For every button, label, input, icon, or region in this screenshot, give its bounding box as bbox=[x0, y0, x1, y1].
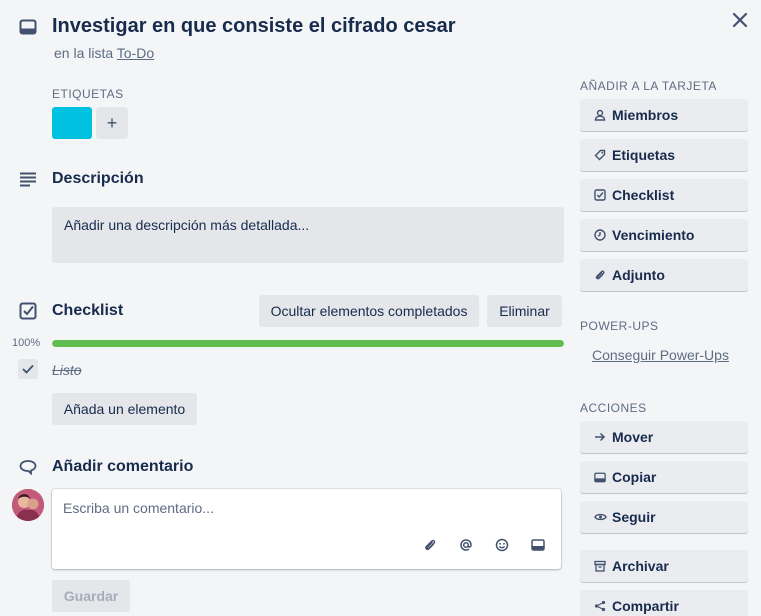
power-ups-heading: Power-Ups bbox=[580, 319, 659, 333]
checklist-progress-bar bbox=[52, 340, 564, 347]
comment-composer[interactable] bbox=[52, 489, 561, 569]
check-icon bbox=[21, 362, 35, 376]
archive-label: Archivar bbox=[612, 558, 669, 574]
add-label-button[interactable]: + bbox=[96, 107, 128, 139]
watch-label: Seguir bbox=[612, 509, 656, 525]
paperclip-icon[interactable] bbox=[422, 537, 438, 553]
progress-percent: 100% bbox=[12, 337, 41, 349]
attachment-label: Adjunto bbox=[612, 267, 665, 283]
checklist-item-text[interactable]: Listo bbox=[52, 362, 82, 378]
copy-label: Copiar bbox=[612, 469, 657, 485]
description-heading: Descripción bbox=[52, 170, 144, 187]
save-comment-button[interactable]: Guardar bbox=[52, 580, 130, 612]
add-item-button[interactable]: Añada un elemento bbox=[52, 393, 197, 425]
get-power-ups-link[interactable]: Conseguir Power-Ups bbox=[592, 347, 729, 363]
hide-completed-button[interactable]: Ocultar elementos completados bbox=[259, 295, 479, 327]
close-icon[interactable] bbox=[728, 8, 752, 32]
move-button[interactable]: Mover bbox=[580, 421, 748, 453]
checkbox-icon bbox=[588, 189, 612, 201]
emoji-icon[interactable] bbox=[494, 537, 510, 553]
list-link[interactable]: To-Do bbox=[117, 45, 154, 61]
archive-icon bbox=[588, 560, 612, 572]
person-icon bbox=[588, 109, 612, 121]
comment-icon bbox=[18, 457, 38, 477]
due-date-label: Vencimiento bbox=[612, 227, 695, 243]
eye-icon bbox=[588, 512, 612, 522]
description-icon bbox=[18, 169, 38, 189]
comment-input[interactable] bbox=[63, 500, 543, 516]
labels-heading: Etiquetas bbox=[52, 87, 124, 101]
card-title[interactable]: Investigar en que consiste el cifrado ce… bbox=[52, 15, 456, 38]
progress-fill bbox=[52, 340, 564, 347]
paperclip-icon bbox=[588, 269, 612, 281]
members-button[interactable]: Miembros bbox=[580, 99, 748, 131]
add-to-card-heading: Añadir a la tarjeta bbox=[580, 79, 717, 93]
share-label: Compartir bbox=[612, 598, 679, 614]
actions-heading: Acciones bbox=[580, 401, 647, 415]
tag-icon bbox=[588, 149, 612, 161]
label-chip[interactable] bbox=[52, 107, 92, 139]
share-button[interactable]: Compartir bbox=[580, 590, 748, 616]
checklist-icon bbox=[18, 301, 38, 321]
copy-button[interactable]: Copiar bbox=[580, 461, 748, 493]
card-icon bbox=[588, 472, 612, 483]
list-reference: en la lista To-Do bbox=[54, 45, 154, 61]
checklist-label: Checklist bbox=[612, 187, 675, 203]
delete-checklist-button[interactable]: Eliminar bbox=[487, 295, 562, 327]
card-link-icon[interactable] bbox=[530, 537, 546, 553]
attachment-button[interactable]: Adjunto bbox=[580, 259, 748, 291]
share-icon bbox=[588, 600, 612, 612]
checklist-item-checkbox[interactable] bbox=[18, 359, 38, 379]
labels-label: Etiquetas bbox=[612, 147, 676, 163]
in-list-prefix: en la lista bbox=[54, 45, 114, 61]
clock-icon bbox=[588, 229, 612, 241]
checklist-button[interactable]: Checklist bbox=[580, 179, 748, 211]
arrow-right-icon bbox=[588, 431, 612, 443]
avatar[interactable] bbox=[12, 489, 44, 521]
description-input[interactable]: Añadir una descripción más detallada... bbox=[52, 207, 564, 263]
due-date-button[interactable]: Vencimiento bbox=[580, 219, 748, 251]
card-icon bbox=[18, 17, 38, 37]
labels-button[interactable]: Etiquetas bbox=[580, 139, 748, 171]
comment-heading: Añadir comentario bbox=[52, 458, 194, 475]
archive-button[interactable]: Archivar bbox=[580, 550, 748, 582]
mention-icon[interactable] bbox=[458, 537, 474, 553]
move-label: Mover bbox=[612, 429, 654, 445]
members-label: Miembros bbox=[612, 107, 679, 123]
watch-button[interactable]: Seguir bbox=[580, 501, 748, 533]
checklist-heading: Checklist bbox=[52, 302, 124, 319]
